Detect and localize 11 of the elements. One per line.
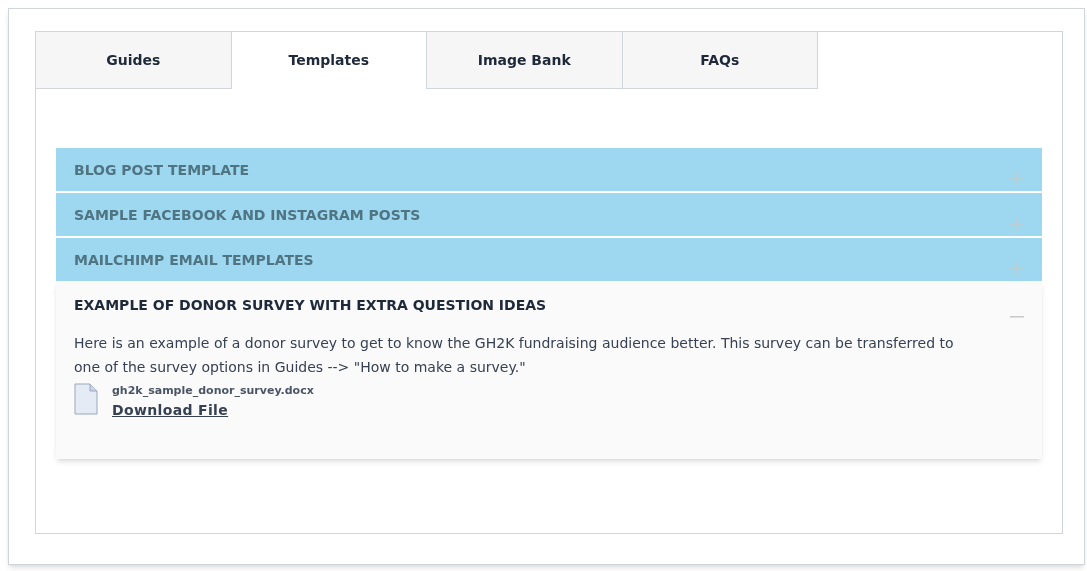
document-icon — [74, 383, 98, 415]
tab[interactable]: Guides — [36, 32, 232, 89]
plus-icon[interactable] — [1010, 262, 1024, 276]
plus-icon[interactable] — [1010, 172, 1024, 186]
tab[interactable]: Image Bank — [427, 32, 623, 89]
file-name: gh2k_sample_donor_survey.docx — [112, 383, 314, 399]
tab[interactable]: FAQs — [622, 32, 818, 89]
plus-icon[interactable] — [1010, 217, 1024, 231]
section-title[interactable]: EXAMPLE OF DONOR SURVEY WITH EXTRA QUESTION IDEAS — [74, 295, 1024, 316]
download-link[interactable]: Download File — [112, 399, 229, 421]
section-text: Here is an example of a donor survey to get to know the GH2K fundraising audience better. This survey can be transferred to one of the survey options in Guides --> "How to make a survey." — [74, 334, 955, 377]
